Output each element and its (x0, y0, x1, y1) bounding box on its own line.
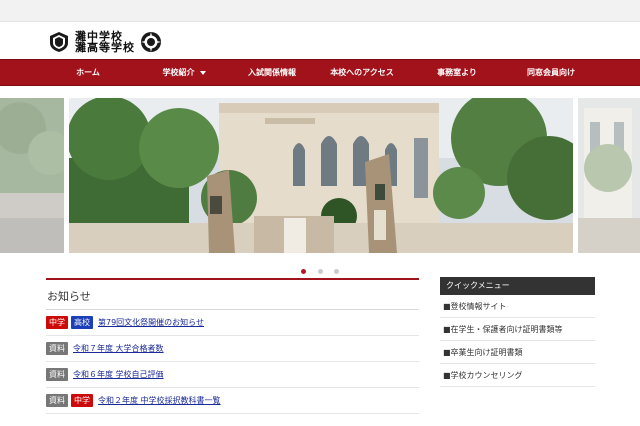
quick-menu-counseling[interactable]: ■学校カウンセリング (440, 364, 595, 387)
nav-alumni[interactable]: 同窓会員向け (502, 60, 600, 85)
badge-high-school: 高校 (71, 316, 93, 329)
nav-office-label: 事務室より (437, 68, 477, 77)
slider-pagination (0, 259, 640, 274)
slide-previous[interactable] (0, 98, 64, 253)
nav-school-intro[interactable]: 学校紹介 (136, 60, 232, 85)
badge-document: 資料 (46, 394, 68, 407)
badge-document: 資料 (46, 368, 68, 381)
news-item: 中学 高校 第79回文化祭開催のお知らせ (46, 310, 419, 336)
nav-admissions-label: 入試関係情報 (248, 68, 296, 77)
slide-main (69, 98, 573, 253)
news-link[interactable]: 令和２年度 中学校採択教科書一覧 (98, 395, 221, 406)
news-link[interactable]: 令和６年度 学校自己評価 (73, 369, 164, 380)
nav-access-label: 本校へのアクセス (330, 68, 394, 77)
quick-menu-alumni-certificates[interactable]: ■卒業生向け証明書類 (440, 341, 595, 364)
nav-office[interactable]: 事務室より (412, 60, 502, 85)
nav-admissions[interactable]: 入試関係情報 (232, 60, 312, 85)
school-name-senior: 灘高等学校 (75, 41, 135, 54)
news-item: 資料 令和６年度 学校自己評価 (46, 362, 419, 388)
news-heading: お知らせ (46, 280, 419, 310)
top-strip (0, 0, 640, 22)
nav-alumni-label: 同窓会員向け (527, 68, 575, 77)
news-link[interactable]: 令和７年度 大学合格者数 (73, 343, 164, 354)
badge-junior-high: 中学 (46, 316, 68, 329)
news-item: 資料 中学 令和２年度 中学校採択教科書一覧 (46, 388, 419, 414)
slider-dot-3[interactable] (333, 269, 339, 274)
quick-menu-student-certificates[interactable]: ■在学生・保護者向け証明書類等 (440, 318, 595, 341)
nav-access[interactable]: 本校へのアクセス (312, 60, 412, 85)
hero-slider[interactable] (0, 98, 640, 255)
quick-menu: クイックメニュー ■登校情報サイト ■在学生・保護者向け証明書類等 ■卒業生向け… (440, 277, 595, 387)
badge-junior-high: 中学 (71, 394, 93, 407)
school-crest-icon (141, 32, 161, 52)
slider-dot-2[interactable] (317, 269, 323, 274)
school-emblem-icon (50, 32, 68, 52)
school-building-photo (69, 98, 573, 253)
school-logo[interactable]: 灘中学校 灘高等学校 (48, 29, 162, 55)
news-link[interactable]: 第79回文化祭開催のお知らせ (98, 317, 204, 328)
slide-next[interactable] (578, 98, 640, 253)
nav-home[interactable]: ホーム (40, 60, 136, 85)
nav-home-label: ホーム (76, 68, 100, 77)
nav-school-intro-label: 学校紹介 (162, 68, 195, 77)
news-item: 資料 令和７年度 大学合格者数 (46, 336, 419, 362)
quick-menu-heading: クイックメニュー (440, 277, 595, 295)
slider-dot-1[interactable] (301, 269, 307, 274)
news-section: お知らせ 中学 高校 第79回文化祭開催のお知らせ 資料 令和７年度 大学合格者… (46, 278, 419, 414)
badge-document: 資料 (46, 342, 68, 355)
main-nav: ホーム 学校紹介 入試関係情報 本校へのアクセス 事務室より 同窓会員向け (0, 59, 640, 86)
school-names: 灘中学校 灘高等学校 (75, 31, 135, 53)
quick-menu-attendance-info[interactable]: ■登校情報サイト (440, 295, 595, 318)
chevron-down-icon (199, 70, 206, 75)
site-header: 灘中学校 灘高等学校 (0, 22, 640, 59)
